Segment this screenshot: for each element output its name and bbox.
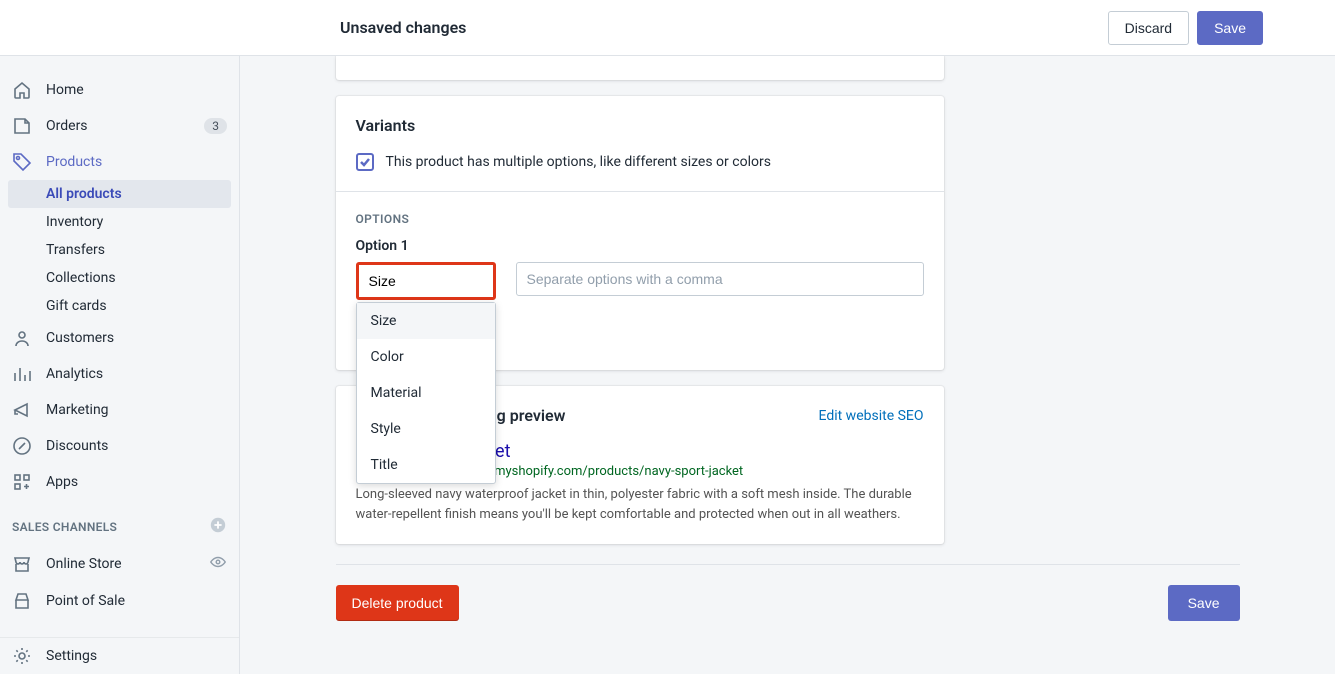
page-title: Unsaved changes (340, 18, 1108, 37)
sales-channels-header: SALES CHANNELS (0, 500, 239, 545)
nav-label: Customers (46, 330, 114, 346)
marketing-icon (12, 400, 32, 420)
nav-label: Online Store (46, 556, 122, 572)
options-header: OPTIONS (356, 212, 924, 226)
nav-analytics[interactable]: Analytics (0, 356, 239, 392)
eye-icon[interactable] (209, 553, 227, 575)
nav-marketing[interactable]: Marketing (0, 392, 239, 428)
nav-label: Marketing (46, 402, 109, 418)
products-icon (12, 152, 32, 172)
top-bar: Unsaved changes Discard Save (0, 0, 1335, 56)
nav-orders[interactable]: Orders 3 (0, 108, 239, 144)
variants-title: Variants (356, 116, 924, 135)
settings-icon (12, 646, 32, 666)
nav-label: Point of Sale (46, 593, 125, 609)
orders-badge: 3 (204, 118, 227, 134)
nav-label: Apps (46, 474, 78, 490)
nav-settings[interactable]: Settings (0, 638, 239, 674)
variants-card: Variants This product has multiple optio… (336, 96, 944, 370)
add-channel-icon[interactable] (209, 516, 227, 537)
seo-preview-desc: Long-sleeved navy waterproof jacket in t… (356, 485, 924, 524)
nav-label: Orders (46, 118, 88, 134)
store-icon (12, 554, 32, 574)
option-values-input[interactable] (516, 262, 924, 296)
home-icon (12, 80, 32, 100)
nav-sub-collections[interactable]: Collections (0, 264, 239, 292)
option-name-dropdown: Size Color Material Style Title (356, 302, 496, 484)
dropdown-item-style[interactable]: Style (357, 411, 495, 447)
nav-label: Products (46, 154, 102, 170)
orders-icon (12, 116, 32, 136)
nav-pos[interactable]: Point of Sale (0, 583, 239, 619)
nav-home[interactable]: Home (0, 72, 239, 108)
nav-label: Settings (46, 648, 97, 664)
nav-sub-all-products[interactable]: All products (8, 180, 231, 208)
nav-online-store[interactable]: Online Store (0, 545, 239, 583)
option1-label: Option 1 (356, 238, 924, 254)
discounts-icon (12, 436, 32, 456)
pos-icon (12, 591, 32, 611)
section-label: SALES CHANNELS (12, 520, 117, 534)
dropdown-item-title[interactable]: Title (357, 447, 495, 483)
apps-icon (12, 472, 32, 492)
nav-sub-gift-cards[interactable]: Gift cards (0, 292, 239, 320)
nav-label: Analytics (46, 366, 103, 382)
customers-icon (12, 328, 32, 348)
dropdown-item-color[interactable]: Color (357, 339, 495, 375)
checkbox-label: This product has multiple options, like … (386, 154, 771, 170)
nav-label: Discounts (46, 438, 108, 454)
multiple-options-checkbox[interactable] (356, 153, 374, 171)
edit-seo-link[interactable]: Edit website SEO (819, 408, 924, 424)
nav-customers[interactable]: Customers (0, 320, 239, 356)
sidebar: Home Orders 3 Products All products Inve… (0, 56, 240, 674)
save-button[interactable]: Save (1197, 11, 1263, 45)
nav-discounts[interactable]: Discounts (0, 428, 239, 464)
main-content: Variants This product has multiple optio… (240, 56, 1335, 674)
delete-product-button[interactable]: Delete product (336, 585, 459, 621)
dropdown-item-material[interactable]: Material (357, 375, 495, 411)
discard-button[interactable]: Discard (1108, 11, 1189, 45)
nav-sub-inventory[interactable]: Inventory (0, 208, 239, 236)
nav-apps[interactable]: Apps (0, 464, 239, 500)
nav-products[interactable]: Products (0, 144, 239, 180)
dropdown-item-size[interactable]: Size (357, 303, 495, 339)
partial-card-above (336, 56, 944, 80)
save-button-footer[interactable]: Save (1168, 585, 1240, 621)
nav-label: Home (46, 82, 84, 98)
option-name-input[interactable] (356, 262, 496, 300)
nav-sub-transfers[interactable]: Transfers (0, 236, 239, 264)
analytics-icon (12, 364, 32, 384)
